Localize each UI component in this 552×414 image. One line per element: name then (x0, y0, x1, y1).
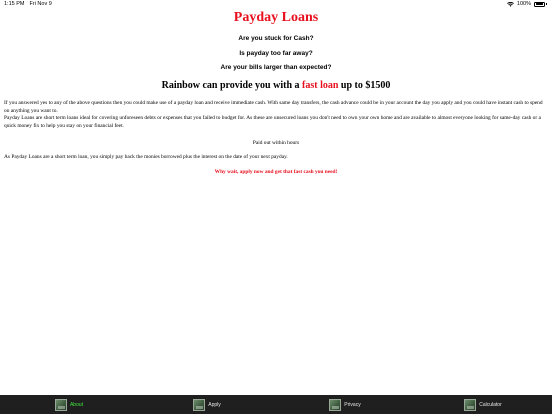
status-right: 100% (507, 1, 547, 7)
question-bills-larger: Are your bills larger than expected? (220, 64, 332, 71)
wifi-icon (507, 1, 514, 7)
status-left: 1:15 PM Fri Nov 9 (4, 1, 52, 7)
tab-privacy-label: Privacy (344, 401, 361, 408)
tab-privacy[interactable]: Privacy (276, 395, 414, 414)
tab-about[interactable]: About (0, 395, 138, 414)
question-payday-too-far: Is payday too far away? (239, 50, 313, 57)
page-title: Payday Loans (233, 10, 319, 25)
battery-percent: 100% (516, 1, 531, 7)
battery-icon (534, 1, 545, 7)
headline-before: Rainbow can provide you with a (161, 80, 303, 91)
tab-apply-label: Apply (208, 401, 221, 408)
question-stuck-for-cash: Are you stuck for Cash? (238, 35, 314, 42)
status-time: 1:15 PM (4, 1, 25, 7)
tab-apply[interactable]: Apply (138, 395, 276, 414)
tab-about-label: About (69, 401, 84, 408)
privacy-icon (329, 398, 342, 411)
intro-paragraph: If you answered yes to any of the above … (4, 100, 548, 130)
apply-icon (193, 398, 206, 411)
battery-fill (535, 3, 544, 5)
tab-bar: About Apply Privacy Calculator (0, 395, 552, 414)
status-bar: 1:15 PM Fri Nov 9 100% (0, 0, 552, 10)
headline-highlight: fast loan (302, 80, 339, 91)
short-term-text: As Payday Loans are a short term loan, y… (4, 154, 288, 160)
paragraph-short-term-loans: Payday Loans are short term loans ideal … (4, 115, 541, 129)
tab-calculator[interactable]: Calculator (414, 395, 552, 414)
battery-tip (546, 2, 547, 6)
paid-out-text: Paid out within hours (252, 140, 300, 146)
paragraph-answered-yes: If you answered yes to any of the above … (4, 100, 543, 114)
about-icon (54, 398, 67, 411)
call-to-action: Why wait, apply now and get that fast ca… (214, 169, 338, 175)
calculator-icon (464, 398, 477, 411)
headline-after: up to $1500 (338, 80, 391, 91)
status-date: Fri Nov 9 (29, 1, 52, 7)
headline: Rainbow can provide you with a fast loan… (0, 80, 552, 91)
tab-calculator-label: Calculator (479, 401, 502, 408)
